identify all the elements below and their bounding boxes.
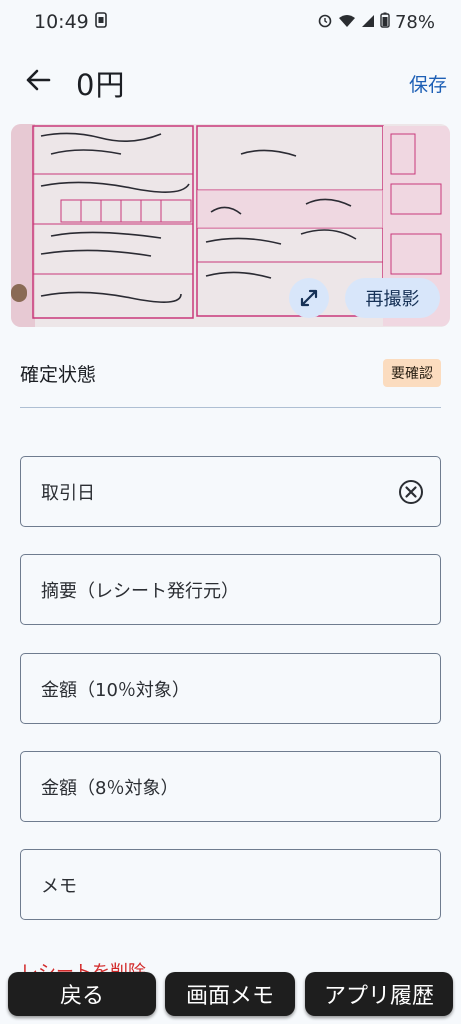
sim-icon xyxy=(94,11,107,33)
divider xyxy=(20,407,441,408)
clear-date-button[interactable] xyxy=(398,479,424,505)
amount-8-label: 金額（8％対象） xyxy=(41,777,179,799)
expand-icon xyxy=(300,289,318,307)
description-field[interactable]: 摘要（レシート発行元） xyxy=(20,554,441,625)
confirm-status-label: 確定状態 xyxy=(20,363,97,386)
clear-circle-icon xyxy=(399,480,423,504)
memo-field[interactable]: メモ xyxy=(20,849,441,920)
expand-image-button[interactable] xyxy=(289,278,329,318)
battery-icon xyxy=(380,12,390,33)
nav-screen-memo-button[interactable]: 画面メモ xyxy=(165,972,295,1016)
app-bar: 0円 保存 xyxy=(0,52,461,112)
transaction-date-field[interactable]: 取引日 xyxy=(20,456,441,527)
arrow-left-icon xyxy=(26,69,51,91)
status-badge: 要確認 xyxy=(383,359,441,387)
clock: 10:49 xyxy=(34,11,89,33)
page-title: 0円 xyxy=(76,68,126,102)
back-arrow-button[interactable] xyxy=(20,62,56,98)
nav-app-history-button[interactable]: アプリ履歴 xyxy=(305,972,453,1016)
description-label: 摘要（レシート発行元） xyxy=(41,580,239,602)
confirm-status-row: 確定状態 要確認 xyxy=(20,352,441,394)
alarm-icon xyxy=(317,12,333,33)
signal-icon xyxy=(361,12,375,33)
transaction-date-label: 取引日 xyxy=(41,482,95,504)
save-button[interactable]: 保存 xyxy=(409,70,447,97)
bottom-nav: 戻る 画面メモ アプリ履歴 xyxy=(0,968,461,1024)
status-bar: 10:49 78% xyxy=(0,0,461,44)
wifi-icon xyxy=(338,12,356,33)
amount-10-field[interactable]: 金額（10％対象） xyxy=(20,653,441,724)
amount-10-label: 金額（10％対象） xyxy=(41,679,190,701)
memo-label: メモ xyxy=(41,875,77,897)
nav-back-button[interactable]: 戻る xyxy=(8,972,156,1016)
retake-button[interactable]: 再撮影 xyxy=(345,278,440,318)
battery-percent: 78% xyxy=(394,11,435,33)
amount-8-field[interactable]: 金額（8％対象） xyxy=(20,751,441,822)
status-left: 10:49 xyxy=(34,11,107,33)
status-right: 78% xyxy=(317,12,435,33)
